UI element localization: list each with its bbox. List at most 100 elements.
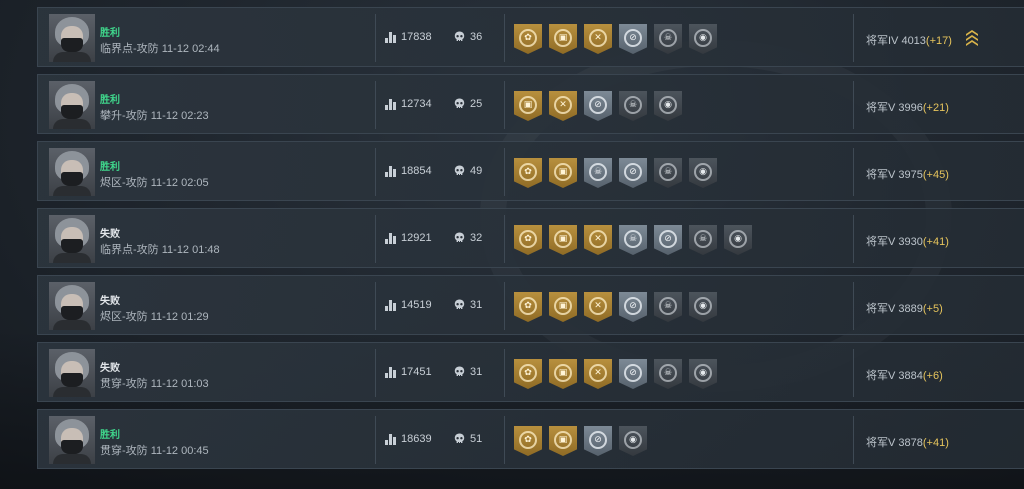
box-icon: ▣ xyxy=(554,430,572,449)
match-row[interactable]: 失败 烬区-攻防 11-12 01:29 14519 31 ✿ ▣ ✕ ⊘ ☠ ◉ 将军V… xyxy=(37,275,1024,335)
medal-eye-icon[interactable]: ◉ xyxy=(724,225,752,255)
rank-info: 将军V 3884(+6) xyxy=(866,367,943,383)
match-map-time: 攀升-攻防 11-12 02:23 xyxy=(100,107,209,123)
medal-skull-icon[interactable]: ☠ xyxy=(689,225,717,255)
medal-crosshair-icon[interactable]: ⊘ xyxy=(584,91,612,121)
divider xyxy=(375,81,376,129)
kills-stat: 31 xyxy=(454,366,482,378)
skull-icon xyxy=(454,232,465,244)
medal-skull-icon[interactable]: ☠ xyxy=(654,24,682,54)
medal-box-icon[interactable]: ▣ xyxy=(549,225,577,255)
kills-stat: 31 xyxy=(454,299,482,311)
medal-eye-icon[interactable]: ◉ xyxy=(619,426,647,456)
player-avatar xyxy=(49,282,95,330)
medal-eye-icon[interactable]: ◉ xyxy=(689,158,717,188)
medal-axes-icon[interactable]: ✕ xyxy=(584,225,612,255)
box-icon: ▣ xyxy=(554,28,572,47)
rank-text: 将军IV 4013 xyxy=(866,35,926,47)
medal-box-icon[interactable]: ▣ xyxy=(514,91,542,121)
medal-crosshair-icon[interactable]: ⊘ xyxy=(654,225,682,255)
medal-skull-icon[interactable]: ☠ xyxy=(654,359,682,389)
bar-chart-icon xyxy=(385,433,396,445)
crosshair-icon: ⊘ xyxy=(589,95,607,114)
match-history-list: 胜利 临界点-攻防 11-12 02:44 17838 36 ✿ ▣ ✕ ⊘ ☠ ◉ 将军… xyxy=(37,7,1024,476)
medal-crosshair-icon[interactable]: ⊘ xyxy=(619,292,647,322)
rank-delta: (+17) xyxy=(925,35,952,47)
rank-info: 将军V 3996(+21) xyxy=(866,99,949,115)
rank-text: 将军V 3996 xyxy=(866,102,923,114)
kills-value: 36 xyxy=(470,31,483,43)
medal-skull-icon[interactable]: ☠ xyxy=(619,225,647,255)
score-value: 12921 xyxy=(401,232,432,244)
skull-icon: ☠ xyxy=(589,162,607,181)
medal-eye-icon[interactable]: ◉ xyxy=(654,91,682,121)
medal-crosshair-icon[interactable]: ⊘ xyxy=(619,359,647,389)
score-stat: 14519 xyxy=(385,299,432,311)
match-row[interactable]: 胜利 贯穿-攻防 11-12 00:45 18639 51 ✿ ▣ ⊘ ◉ 将军V 3… xyxy=(37,409,1024,469)
kills-stat: 49 xyxy=(454,165,482,177)
medal-crosshair-icon[interactable]: ⊘ xyxy=(619,158,647,188)
medal-eye-icon[interactable]: ◉ xyxy=(689,292,717,322)
medal-box-icon[interactable]: ▣ xyxy=(549,426,577,456)
divider xyxy=(853,148,854,196)
skull-icon xyxy=(454,31,465,43)
divider xyxy=(504,14,505,62)
divider xyxy=(504,416,505,464)
rank-info: 将军IV 4013(+17) xyxy=(866,32,952,48)
flower-icon: ✿ xyxy=(519,296,537,315)
medal-axes-icon[interactable]: ✕ xyxy=(549,91,577,121)
skull-icon xyxy=(454,433,465,445)
medal-skull-icon[interactable]: ☠ xyxy=(619,91,647,121)
divider xyxy=(504,81,505,129)
match-result: 胜利 xyxy=(100,430,120,441)
crosshair-icon: ⊘ xyxy=(589,430,607,449)
score-stat: 17838 xyxy=(385,31,432,43)
medal-flower-icon[interactable]: ✿ xyxy=(514,426,542,456)
medal-flower-icon[interactable]: ✿ xyxy=(514,292,542,322)
match-row[interactable]: 失败 贯穿-攻防 11-12 01:03 17451 31 ✿ ▣ ✕ ⊘ ☠ ◉ 将军V… xyxy=(37,342,1024,402)
kills-stat: 25 xyxy=(454,98,482,110)
medal-box-icon[interactable]: ▣ xyxy=(549,292,577,322)
score-value: 12734 xyxy=(401,98,432,110)
medal-crosshair-icon[interactable]: ⊘ xyxy=(619,24,647,54)
crosshair-icon: ⊘ xyxy=(624,363,642,382)
box-icon: ▣ xyxy=(554,162,572,181)
box-icon: ▣ xyxy=(554,296,572,315)
flower-icon: ✿ xyxy=(519,363,537,382)
medal-eye-icon[interactable]: ◉ xyxy=(689,24,717,54)
match-result: 胜利 xyxy=(100,28,120,39)
medal-axes-icon[interactable]: ✕ xyxy=(584,292,612,322)
medal-box-icon[interactable]: ▣ xyxy=(549,359,577,389)
medal-flower-icon[interactable]: ✿ xyxy=(514,359,542,389)
medal-flower-icon[interactable]: ✿ xyxy=(514,24,542,54)
medal-box-icon[interactable]: ▣ xyxy=(549,24,577,54)
medal-skull-icon[interactable]: ☠ xyxy=(654,158,682,188)
flower-icon: ✿ xyxy=(519,28,537,47)
skull-icon xyxy=(454,299,465,311)
medal-axes-icon[interactable]: ✕ xyxy=(584,24,612,54)
match-map-time: 临界点-攻防 11-12 01:48 xyxy=(100,241,220,257)
medal-eye-icon[interactable]: ◉ xyxy=(689,359,717,389)
divider xyxy=(853,349,854,397)
medal-flower-icon[interactable]: ✿ xyxy=(514,158,542,188)
match-result: 胜利 xyxy=(100,95,120,106)
match-row[interactable]: 胜利 攀升-攻防 11-12 02:23 12734 25 ▣ ✕ ⊘ ☠ ◉ 将军V … xyxy=(37,74,1024,134)
match-time: 11-12 00:45 xyxy=(150,445,209,457)
medal-skull-icon[interactable]: ☠ xyxy=(584,158,612,188)
medal-crosshair-icon[interactable]: ⊘ xyxy=(584,426,612,456)
match-row[interactable]: 胜利 临界点-攻防 11-12 02:44 17838 36 ✿ ▣ ✕ ⊘ ☠ ◉ 将军… xyxy=(37,7,1024,67)
bar-chart-icon xyxy=(385,165,396,177)
medal-flower-icon[interactable]: ✿ xyxy=(514,225,542,255)
divider xyxy=(853,14,854,62)
rank-delta: (+41) xyxy=(922,236,949,248)
match-row[interactable]: 失败 临界点-攻防 11-12 01:48 12921 32 ✿ ▣ ✕ ☠ ⊘ ☠ ◉ 将… xyxy=(37,208,1024,268)
rank-text: 将军V 3889 xyxy=(866,303,923,315)
bar-chart-icon xyxy=(385,31,396,43)
medal-axes-icon[interactable]: ✕ xyxy=(584,359,612,389)
medal-box-icon[interactable]: ▣ xyxy=(549,158,577,188)
match-map-time: 贯穿-攻防 11-12 01:03 xyxy=(100,375,209,391)
score-value: 17451 xyxy=(401,366,432,378)
medal-skull-icon[interactable]: ☠ xyxy=(654,292,682,322)
match-row[interactable]: 胜利 烬区-攻防 11-12 02:05 18854 49 ✿ ▣ ☠ ⊘ ☠ ◉ 将军V… xyxy=(37,141,1024,201)
skull-icon: ☠ xyxy=(694,229,712,248)
